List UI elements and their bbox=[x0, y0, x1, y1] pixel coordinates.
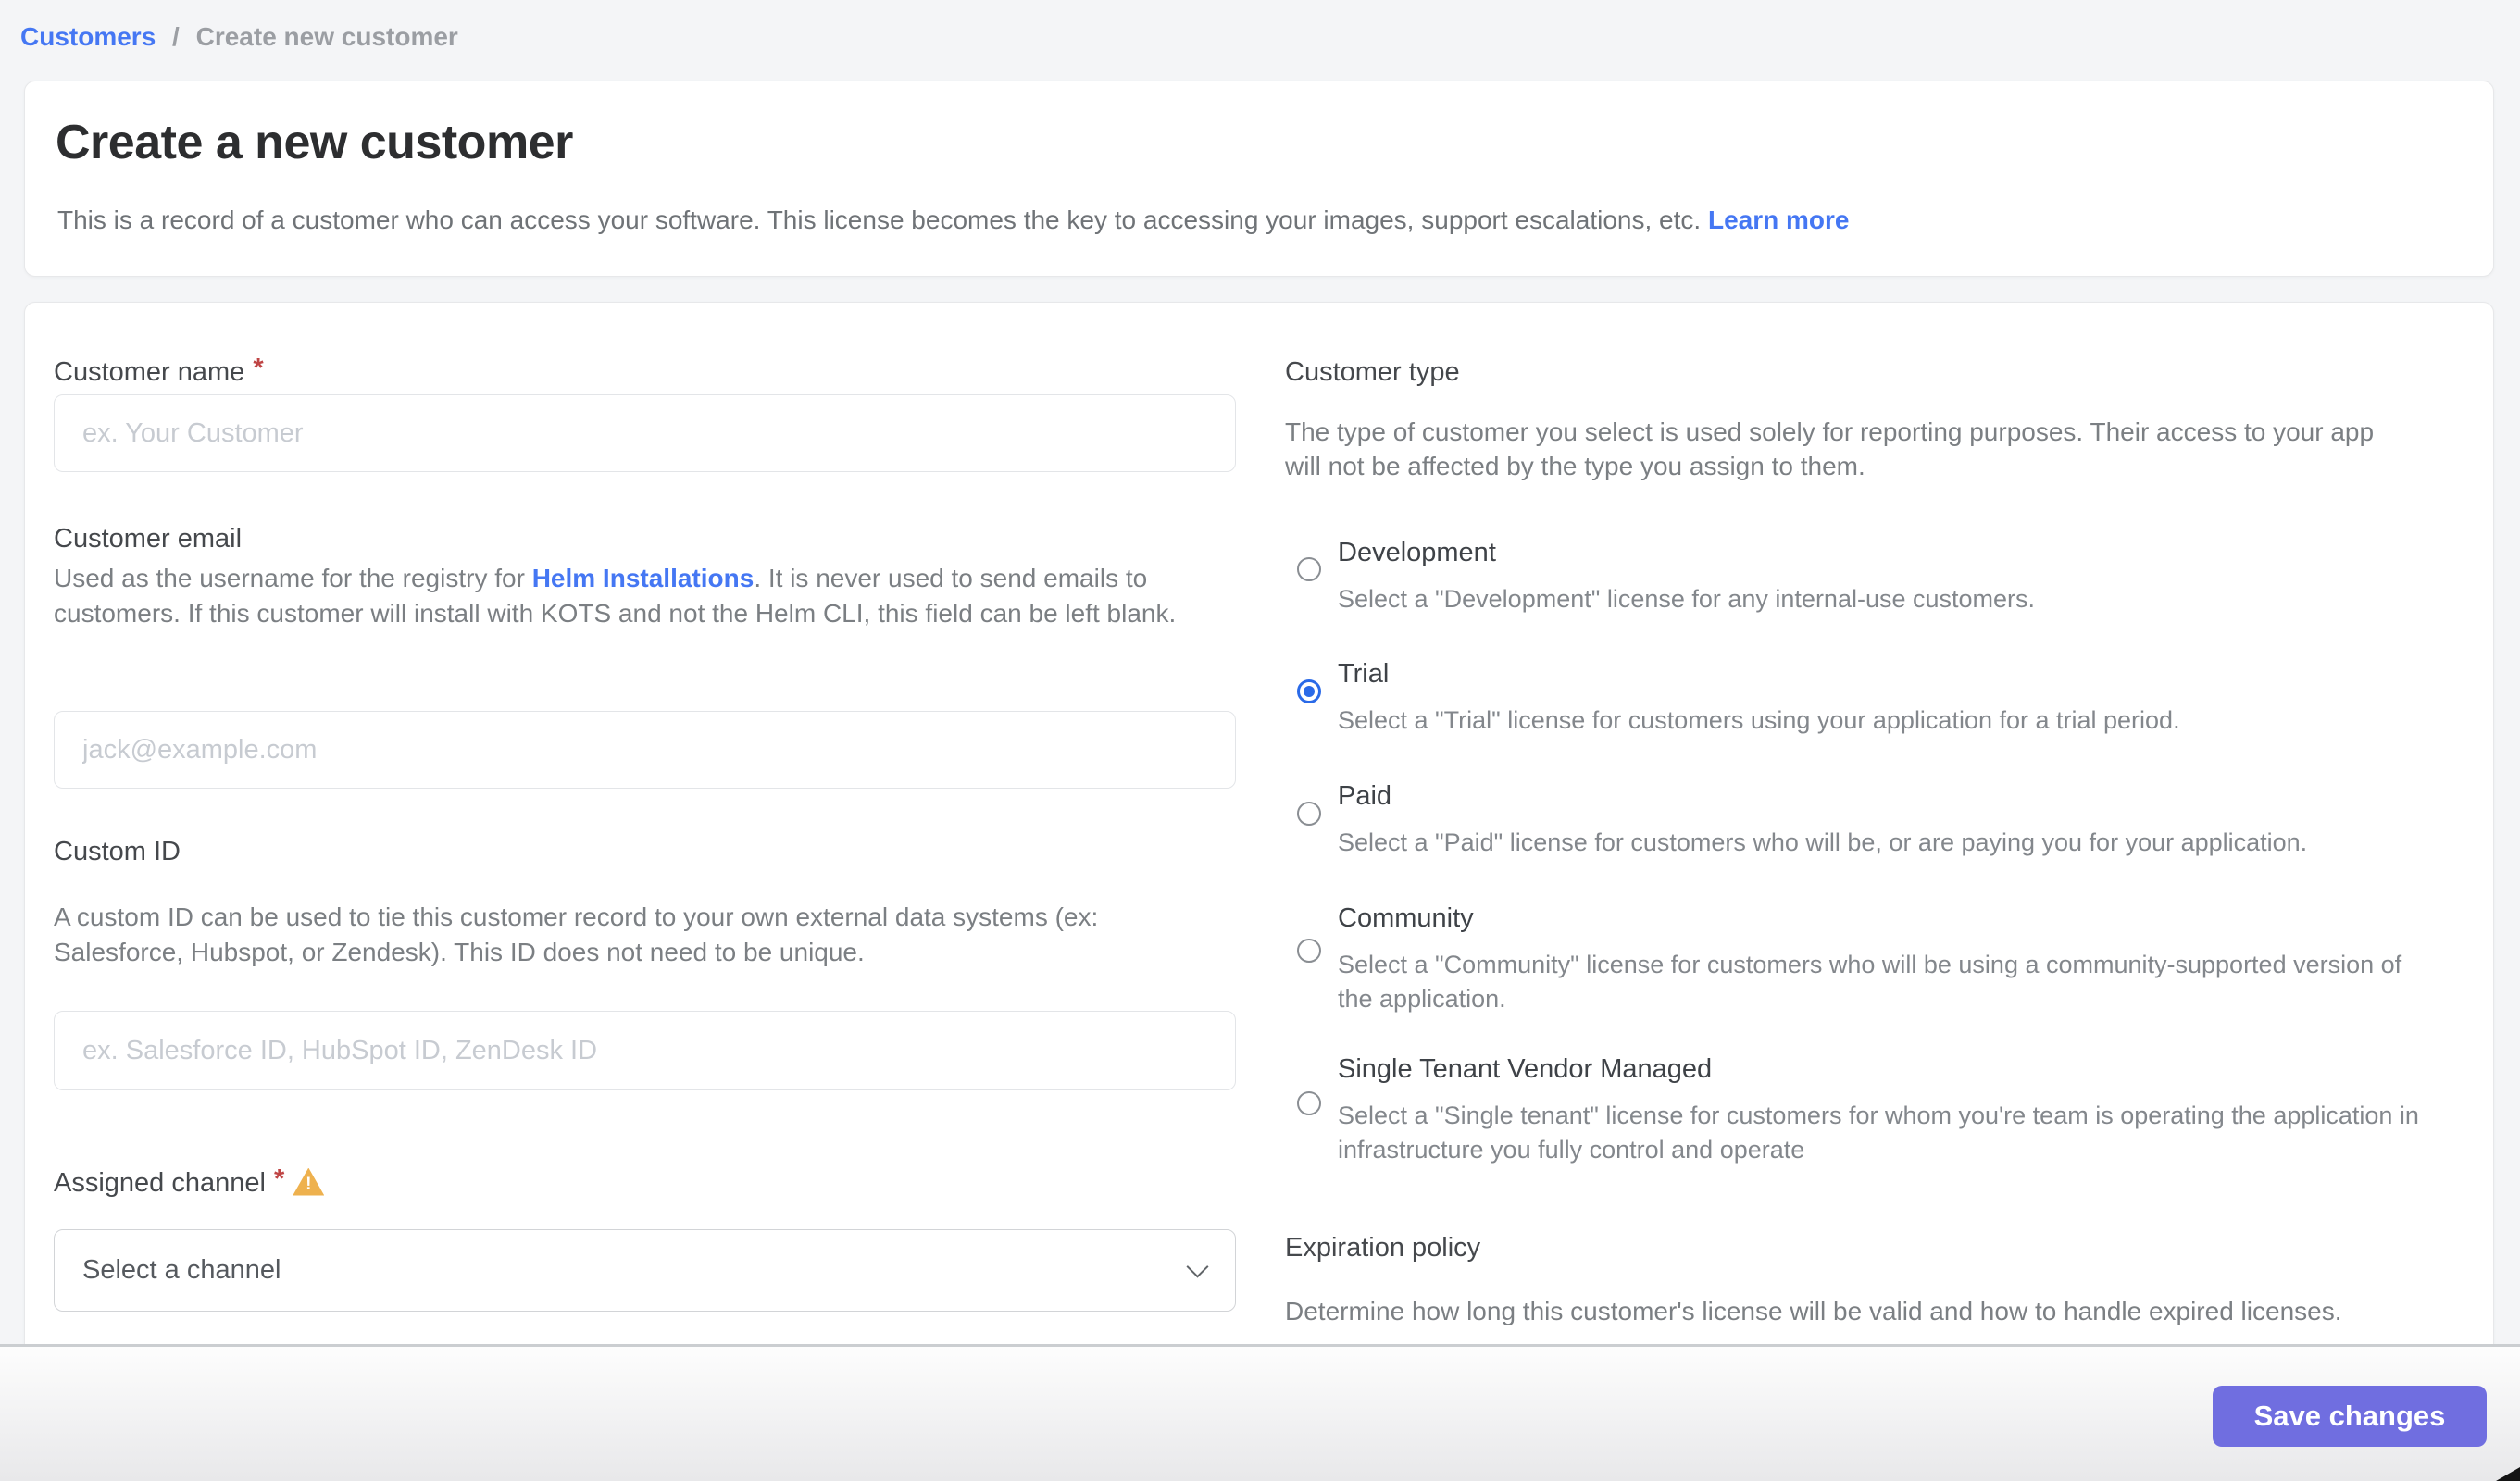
customer-type-option-community: Community Select a "Community" license f… bbox=[1285, 902, 2428, 1016]
radio-trial[interactable] bbox=[1297, 679, 1321, 703]
create-customer-page: Customers / Create new customer Create a… bbox=[0, 0, 2520, 1481]
customer-name-label: Customer name * bbox=[54, 357, 264, 388]
option-description: Select a "Community" license for custome… bbox=[1338, 948, 2426, 1016]
custom-id-input[interactable] bbox=[54, 1011, 1236, 1090]
header-card bbox=[24, 81, 2494, 277]
expiration-policy-heading: Expiration policy bbox=[1285, 1233, 1480, 1263]
option-description: Select a "Paid" license for customers wh… bbox=[1338, 826, 2426, 860]
option-description: Select a "Development" license for any i… bbox=[1338, 582, 2426, 616]
header-description-text: This is a record of a customer who can a… bbox=[57, 205, 1701, 234]
save-changes-button[interactable]: Save changes bbox=[2213, 1386, 2487, 1447]
header-description: This is a record of a customer who can a… bbox=[57, 205, 1849, 235]
chevron-down-icon bbox=[1186, 1255, 1208, 1277]
customer-type-option-trial: Trial Select a "Trial" license for custo… bbox=[1285, 658, 2428, 738]
option-label[interactable]: Paid bbox=[1338, 780, 2428, 812]
assigned-channel-select[interactable]: Select a channel bbox=[54, 1229, 1236, 1312]
radio-paid[interactable] bbox=[1297, 802, 1321, 826]
customer-email-input[interactable] bbox=[54, 711, 1236, 789]
required-asterisk: * bbox=[253, 354, 263, 384]
option-description: Select a "Trial" license for customers u… bbox=[1338, 703, 2426, 738]
required-asterisk: * bbox=[274, 1164, 284, 1195]
breadcrumb-separator: / bbox=[172, 22, 180, 51]
option-label[interactable]: Single Tenant Vendor Managed bbox=[1338, 1053, 2428, 1085]
option-label[interactable]: Development bbox=[1338, 537, 2428, 568]
breadcrumb-customers-link[interactable]: Customers bbox=[20, 22, 156, 51]
breadcrumb: Customers / Create new customer bbox=[20, 22, 458, 52]
expiration-policy-description: Determine how long this customer's licen… bbox=[1285, 1294, 2428, 1328]
breadcrumb-current: Create new customer bbox=[196, 22, 458, 51]
customer-type-heading: Customer type bbox=[1285, 357, 1460, 388]
radio-development[interactable] bbox=[1297, 557, 1321, 581]
customer-type-option-development: Development Select a "Development" licen… bbox=[1285, 537, 2428, 616]
custom-id-description: A custom ID can be used to tie this cust… bbox=[54, 900, 1216, 970]
warning-icon bbox=[293, 1168, 324, 1196]
customer-name-input[interactable] bbox=[54, 394, 1236, 472]
page-title: Create a new customer bbox=[56, 115, 573, 170]
radio-community[interactable] bbox=[1297, 939, 1321, 963]
customer-email-label: Customer email bbox=[54, 524, 242, 554]
assigned-channel-selected-value: Select a channel bbox=[82, 1255, 281, 1286]
sticky-footer: Save changes bbox=[0, 1344, 2520, 1481]
learn-more-link[interactable]: Learn more bbox=[1708, 205, 1850, 234]
option-label[interactable]: Trial bbox=[1338, 658, 2428, 690]
option-description: Select a "Single tenant" license for cus… bbox=[1338, 1099, 2426, 1167]
customer-type-option-single-tenant: Single Tenant Vendor Managed Select a "S… bbox=[1285, 1053, 2428, 1167]
radio-single-tenant[interactable] bbox=[1297, 1091, 1321, 1115]
customer-type-option-paid: Paid Select a "Paid" license for custome… bbox=[1285, 780, 2428, 860]
customer-email-description: Used as the username for the registry fo… bbox=[54, 561, 1216, 631]
customer-type-description: The type of customer you select is used … bbox=[1285, 415, 2410, 483]
option-label[interactable]: Community bbox=[1338, 902, 2428, 934]
assigned-channel-label: Assigned channel * bbox=[54, 1168, 324, 1199]
custom-id-label: Custom ID bbox=[54, 837, 181, 867]
helm-installations-link[interactable]: Helm Installations bbox=[532, 564, 755, 592]
